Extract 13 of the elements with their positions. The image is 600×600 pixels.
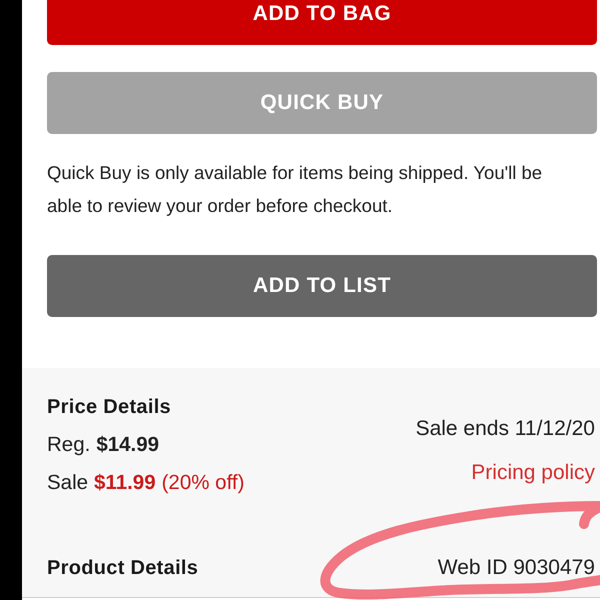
regular-price-label: Reg. [47, 432, 90, 458]
add-to-bag-button[interactable]: ADD TO BAG [47, 0, 597, 45]
sale-price-label: Sale [47, 470, 88, 496]
sale-price: $11.99 [94, 470, 156, 496]
web-id-text: Web ID 9030479 [438, 555, 595, 581]
quick-buy-note: Quick Buy is only available for items being shipped. You'll be able to review your order before checkout. [47, 161, 544, 218]
price-details-heading: Price Details [47, 395, 172, 420]
add-to-list-button[interactable]: ADD TO LIST [47, 255, 597, 317]
sale-end-date: Sale ends 11/12/20 [416, 416, 595, 442]
product-details-heading[interactable]: Product Details [47, 549, 198, 587]
pricing-policy-link[interactable]: Pricing policy [471, 461, 595, 484]
discount-text: (20% off) [162, 470, 244, 496]
regular-price: $14.99 [96, 432, 160, 458]
